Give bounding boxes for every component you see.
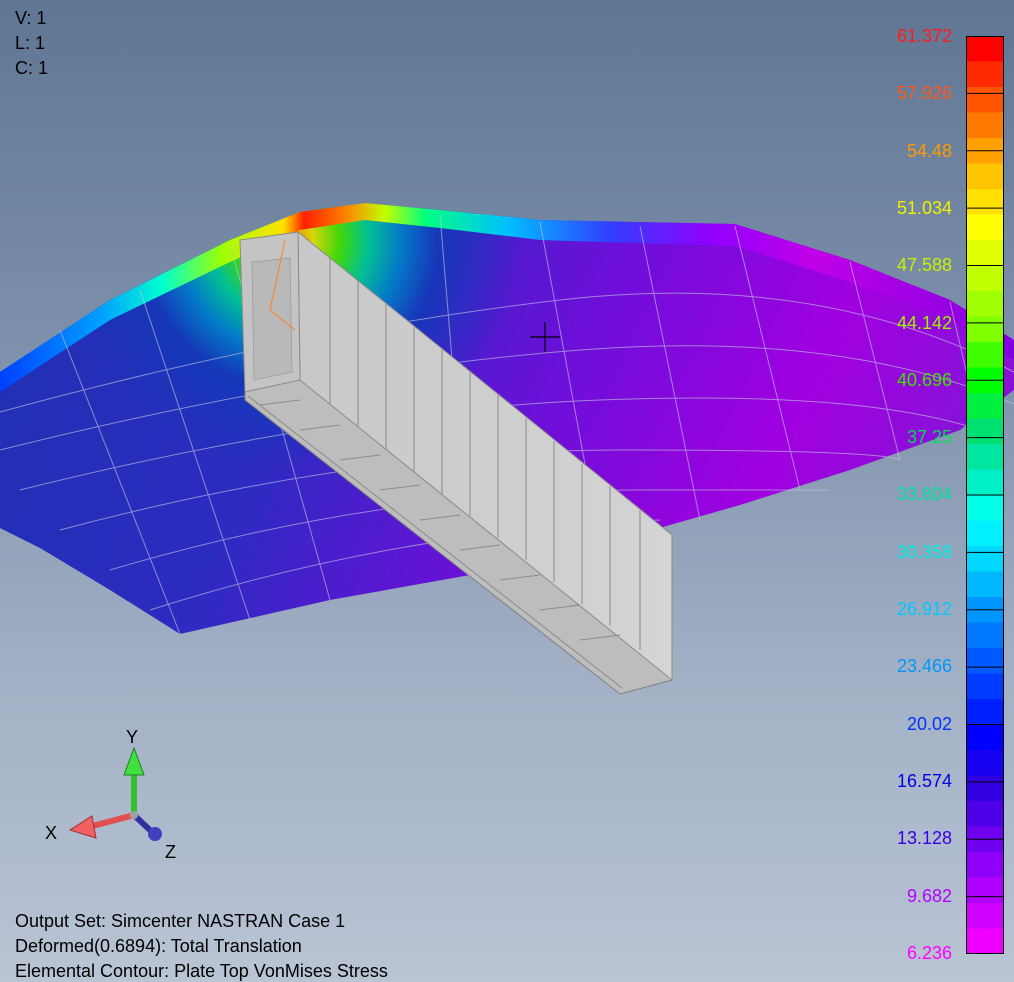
legend-band-11 bbox=[966, 316, 1004, 343]
axis-label-z: Z bbox=[165, 842, 176, 862]
legend-band-23 bbox=[966, 622, 1004, 649]
legend-value-3: 51.034 bbox=[896, 197, 952, 218]
view-index: V: 1 bbox=[15, 8, 47, 28]
contour-label: Elemental Contour: Plate Top VonMises St… bbox=[15, 961, 388, 981]
legend-value-4: 47.588 bbox=[896, 255, 952, 276]
color-index: C: 1 bbox=[15, 58, 49, 78]
legend-band-29 bbox=[966, 775, 1004, 802]
legend-band-2 bbox=[966, 87, 1004, 113]
legend-band-28 bbox=[966, 750, 1004, 776]
legend-band-0 bbox=[966, 36, 1004, 62]
legend-value-8: 33.804 bbox=[896, 484, 952, 505]
legend-value-11: 23.466 bbox=[896, 656, 952, 677]
legend-value-10: 26.912 bbox=[896, 599, 952, 619]
legend-value-16: 6.236 bbox=[906, 942, 952, 963]
legend-band-30 bbox=[966, 801, 1004, 827]
legend-band-24 bbox=[966, 648, 1004, 674]
coordinate-triad bbox=[68, 746, 162, 841]
legend-band-3 bbox=[966, 112, 1004, 139]
legend-band-25 bbox=[966, 673, 1004, 700]
legend-band-5 bbox=[966, 163, 1004, 190]
legend-value-12: 20.02 bbox=[906, 713, 952, 734]
layer-index: L: 1 bbox=[15, 33, 46, 53]
legend-value-14: 13.128 bbox=[896, 828, 952, 849]
legend-value-0: 61.372 bbox=[896, 26, 952, 46]
axis-label-x: X bbox=[45, 823, 58, 843]
legend-band-10 bbox=[966, 291, 1004, 317]
legend-value-5: 44.142 bbox=[896, 312, 952, 333]
contour-legend-bar[interactable] bbox=[966, 36, 1004, 954]
legend-value-9: 30.358 bbox=[896, 541, 952, 562]
legend-band-20 bbox=[966, 546, 1004, 572]
legend-band-35 bbox=[966, 928, 1004, 954]
model-viewport[interactable] bbox=[0, 0, 1014, 982]
legend-value-15: 9.682 bbox=[906, 885, 952, 906]
axis-label-y: Y bbox=[126, 727, 139, 747]
legend-band-21 bbox=[966, 571, 1004, 598]
legend-value-7: 37.25 bbox=[906, 427, 952, 448]
output-set-label: Output Set: Simcenter NASTRAN Case 1 bbox=[15, 911, 346, 931]
crosshair-cursor-icon bbox=[530, 322, 560, 352]
legend-band-34 bbox=[966, 903, 1004, 929]
legend-band-1 bbox=[966, 61, 1004, 88]
legend-band-15 bbox=[966, 418, 1004, 445]
legend-band-33 bbox=[966, 877, 1004, 904]
legend-band-12 bbox=[966, 342, 1004, 368]
deformed-label: Deformed(0.6894): Total Translation bbox=[15, 936, 302, 956]
legend-band-8 bbox=[966, 240, 1004, 266]
legend-band-18 bbox=[966, 495, 1004, 521]
legend-band-14 bbox=[966, 393, 1004, 419]
legend-band-17 bbox=[966, 469, 1004, 496]
legend-band-32 bbox=[966, 852, 1004, 878]
legend-band-27 bbox=[966, 724, 1004, 751]
legend-value-13: 16.574 bbox=[896, 770, 952, 791]
legend-band-7 bbox=[966, 214, 1004, 241]
legend-band-6 bbox=[966, 189, 1004, 215]
legend-band-9 bbox=[966, 265, 1004, 292]
legend-value-1: 57.926 bbox=[896, 83, 952, 104]
legend-value-2: 54.48 bbox=[906, 140, 952, 161]
legend-value-6: 40.696 bbox=[896, 369, 952, 390]
legend-band-19 bbox=[966, 520, 1004, 547]
legend-band-16 bbox=[966, 444, 1004, 470]
legend-band-26 bbox=[966, 699, 1004, 725]
